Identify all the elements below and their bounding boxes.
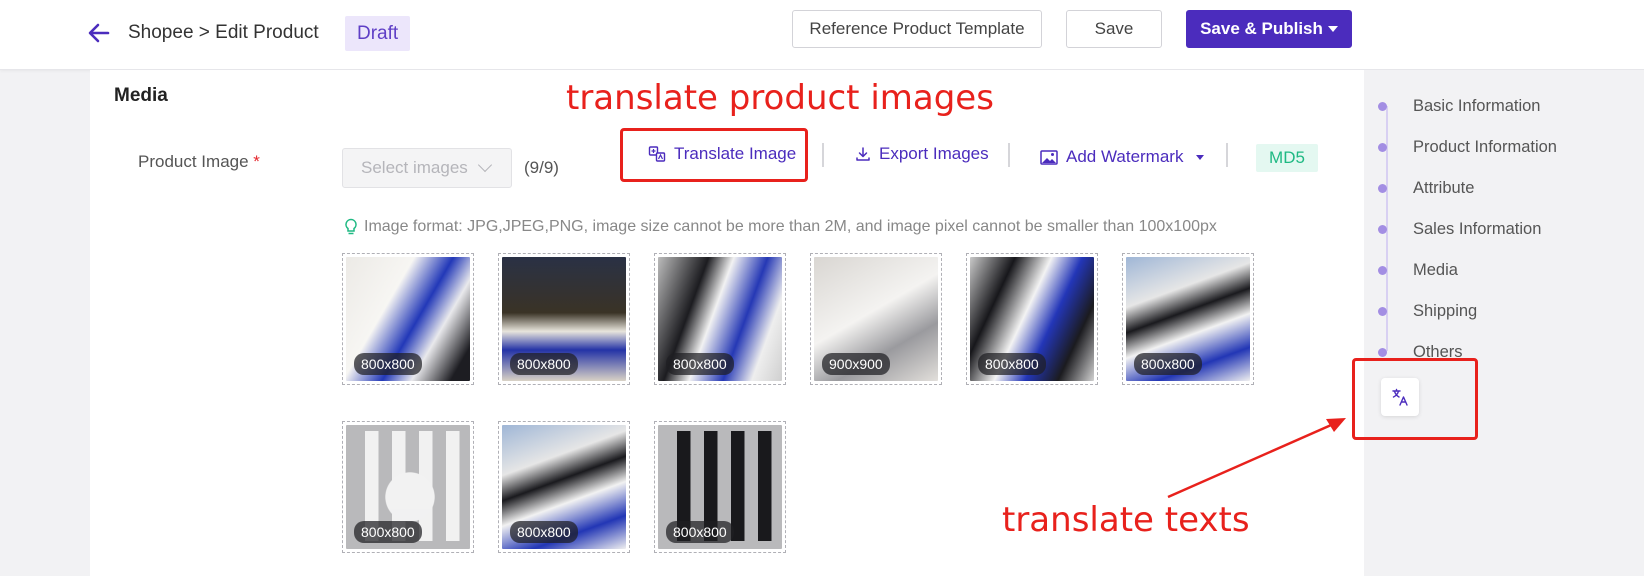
product-image: 800x800 [502, 257, 626, 381]
image-size-badge: 800x800 [354, 521, 422, 543]
caret-down-icon [1196, 154, 1205, 160]
back-arrow-icon[interactable] [86, 20, 112, 46]
product-image-thumb[interactable]: 800x800 [966, 253, 1098, 385]
nav-item-label: Sales Information [1413, 220, 1542, 238]
nav-item-label: Media [1413, 261, 1458, 279]
md5-button[interactable]: MD5 [1256, 144, 1318, 172]
save-publish-button[interactable]: Save & Publish [1186, 10, 1352, 48]
image-size-badge: 800x800 [510, 353, 578, 375]
product-image: 800x800 [502, 425, 626, 549]
nav-item-label: Attribute [1413, 179, 1475, 197]
nav-dot [1378, 266, 1387, 275]
status-badge: Draft [345, 16, 411, 51]
image-size-badge: 800x800 [354, 353, 422, 375]
product-image-thumb[interactable]: 800x800 [342, 253, 474, 385]
product-image-thumb[interactable]: 800x800 [342, 421, 474, 553]
product-image-thumb[interactable]: 800x800 [498, 253, 630, 385]
product-image: 800x800 [346, 425, 470, 549]
add-watermark-dropdown[interactable]: Add Watermark [1040, 147, 1205, 167]
nav-dot [1378, 307, 1387, 316]
product-image-thumb[interactable]: 800x800 [498, 421, 630, 553]
product-image-thumb[interactable]: 800x800 [654, 253, 786, 385]
product-image: 900x900 [814, 257, 938, 381]
image-size-badge: 800x800 [510, 521, 578, 543]
reference-template-label: Reference Product Template [809, 19, 1025, 38]
hint-text: Image format: JPG,JPEG,PNG, image size c… [364, 218, 1217, 235]
select-images-dropdown[interactable]: Select images [342, 148, 512, 188]
nav-item-shipping[interactable]: Shipping [1378, 302, 1477, 321]
product-image: 800x800 [658, 257, 782, 381]
add-watermark-label: Add Watermark [1066, 147, 1184, 166]
nav-dot [1378, 143, 1387, 152]
nav-dot [1378, 348, 1387, 357]
product-image: 800x800 [1126, 257, 1250, 381]
image-count: (9/9) [524, 158, 559, 177]
save-label: Save [1094, 19, 1134, 38]
nav-item-attribute[interactable]: Attribute [1378, 179, 1474, 198]
nav-item-label: Product Information [1413, 138, 1557, 156]
select-images-placeholder: Select images [361, 158, 468, 177]
lightbulb-icon [345, 218, 357, 235]
annotation-translate-images: translate product images [566, 78, 994, 118]
product-image-label-text: Product Image [138, 152, 249, 171]
image-size-badge: 800x800 [978, 353, 1046, 375]
save-publish-label: Save & Publish [1200, 19, 1323, 38]
nav-item-label: Shipping [1413, 302, 1478, 320]
annotation-translate-texts: translate texts [1002, 500, 1250, 540]
product-image: 800x800 [346, 257, 470, 381]
nav-dot [1378, 102, 1387, 111]
image-size-badge: 900x900 [822, 353, 890, 375]
nav-item-product-information[interactable]: Product Information [1378, 138, 1557, 157]
annotation-box-translate-image [620, 128, 808, 182]
caret-down-icon [1327, 26, 1338, 32]
divider [822, 143, 824, 167]
product-image-label: Product Image * [138, 152, 260, 172]
product-image-thumb[interactable]: 800x800 [654, 421, 786, 553]
product-image-thumb[interactable]: 900x900 [810, 253, 942, 385]
breadcrumb: Shopee > Edit Product [128, 22, 319, 43]
image-size-badge: 800x800 [666, 521, 734, 543]
image-format-hint: Image format: JPG,JPEG,PNG, image size c… [344, 218, 1217, 236]
nav-item-sales-information[interactable]: Sales Information [1378, 220, 1541, 239]
nav-item-basic-information[interactable]: Basic Information [1378, 97, 1540, 116]
download-icon [856, 147, 870, 161]
required-mark: * [253, 152, 260, 171]
divider [1226, 143, 1228, 167]
reference-template-button[interactable]: Reference Product Template [792, 10, 1042, 48]
save-button[interactable]: Save [1066, 10, 1162, 48]
nav-dot [1378, 184, 1387, 193]
product-image: 800x800 [658, 425, 782, 549]
nav-item-media[interactable]: Media [1378, 261, 1458, 280]
image-size-badge: 800x800 [666, 353, 734, 375]
top-header: Shopee > Edit Product Draft Reference Pr… [0, 0, 1644, 70]
export-images-button[interactable]: Export Images [855, 144, 989, 164]
product-image: 800x800 [970, 257, 1094, 381]
annotation-box-translate-text [1352, 358, 1478, 440]
product-image-thumb[interactable]: 800x800 [1122, 253, 1254, 385]
divider [1008, 143, 1010, 167]
export-images-label: Export Images [879, 144, 989, 163]
image-icon [1040, 149, 1058, 165]
nav-dot [1378, 225, 1387, 234]
image-size-badge: 800x800 [1134, 353, 1202, 375]
nav-item-label: Basic Information [1413, 97, 1541, 115]
chevron-down-icon [477, 157, 492, 173]
section-title: Media [114, 85, 168, 106]
